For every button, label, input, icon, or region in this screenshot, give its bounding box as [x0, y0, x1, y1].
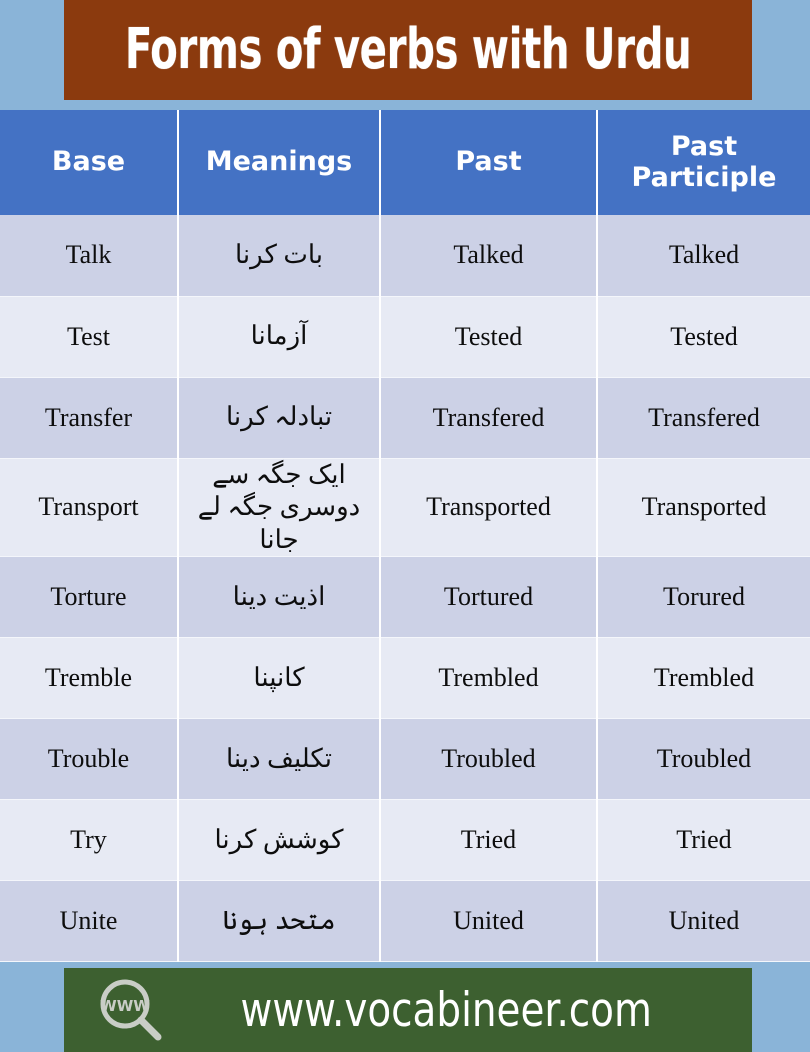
cell-past-participle: Torured: [596, 556, 810, 638]
cell-past: United: [379, 880, 598, 962]
title-banner: Forms of verbs with Urdu: [64, 0, 752, 100]
cell-past: Troubled: [379, 718, 598, 800]
cell-base: Test: [0, 296, 179, 378]
cell-base: Tremble: [0, 637, 179, 719]
cell-meaning-urdu: تبادلہ کرنا: [177, 377, 381, 459]
table-body: Talk بات کرنا Talked Talked Test آزمانا Tested…: [0, 215, 810, 962]
cell-base: Trouble: [0, 718, 179, 800]
table-row: Torture اذیت دینا Tortured Torured: [0, 556, 810, 638]
cell-meaning-urdu: تکلیف دینا: [177, 718, 381, 800]
site-footer: WWW www.vocabineer.com: [64, 968, 752, 1052]
table-row: Transfer تبادلہ کرنا Transfered Transfered: [0, 377, 810, 459]
www-icon-label: WWW: [100, 997, 150, 1015]
magnifier-www-icon: WWW: [100, 979, 162, 1041]
cell-base: Transport: [0, 458, 179, 557]
table-row: Trouble تکلیف دینا Troubled Troubled: [0, 718, 810, 800]
cell-meaning-urdu: متحد ہونا: [177, 880, 381, 962]
cell-past: Tested: [379, 296, 598, 378]
table-row: Test آزمانا Tested Tested: [0, 296, 810, 378]
column-header-past: Past: [379, 110, 598, 215]
cell-meaning-urdu: کوشش کرنا: [177, 799, 381, 881]
table-header-row: Base Meanings Past Past Participle: [0, 110, 810, 215]
column-header-past-participle: Past Participle: [596, 110, 810, 215]
cell-past-participle: Tested: [596, 296, 810, 378]
cell-meaning-urdu: بات کرنا: [177, 215, 381, 297]
cell-past-participle: United: [596, 880, 810, 962]
cell-meaning-urdu: ایک جگہ سے دوسری جگہ لے جانا: [177, 458, 381, 557]
cell-base: Try: [0, 799, 179, 881]
page-title: Forms of verbs with Urdu: [124, 17, 692, 82]
cell-past-participle: Transported: [596, 458, 810, 557]
cell-past: Tortured: [379, 556, 598, 638]
column-header-base: Base: [0, 110, 179, 215]
cell-base: Unite: [0, 880, 179, 962]
column-header-meanings: Meanings: [177, 110, 381, 215]
cell-past-participle: Tried: [596, 799, 810, 881]
footer-website-url[interactable]: www.vocabineer.com: [191, 987, 728, 1034]
cell-past: Talked: [379, 215, 598, 297]
cell-meaning-urdu: آزمانا: [177, 296, 381, 378]
cell-meaning-urdu: اذیت دینا: [177, 556, 381, 638]
table-row: Transport ایک جگہ سے دوسری جگہ لے جانا Tra…: [0, 458, 810, 557]
cell-past-participle: Troubled: [596, 718, 810, 800]
table-row: Try کوشش کرنا Tried Tried: [0, 799, 810, 881]
table-row: Talk بات کرنا Talked Talked: [0, 215, 810, 297]
cell-meaning-urdu: کانپنا: [177, 637, 381, 719]
cell-past-participle: Transfered: [596, 377, 810, 459]
cell-base: Talk: [0, 215, 179, 297]
table-row: Tremble کانپنا Trembled Trembled: [0, 637, 810, 719]
verb-forms-table: Base Meanings Past Past Participle Talk ب…: [0, 110, 810, 962]
table-row: Unite متحد ہونا United United: [0, 880, 810, 962]
cell-past: Trembled: [379, 637, 598, 719]
cell-past-participle: Trembled: [596, 637, 810, 719]
cell-past: Transported: [379, 458, 598, 557]
cell-past: Tried: [379, 799, 598, 881]
cell-past-participle: Talked: [596, 215, 810, 297]
cell-past: Transfered: [379, 377, 598, 459]
cell-base: Torture: [0, 556, 179, 638]
cell-base: Transfer: [0, 377, 179, 459]
